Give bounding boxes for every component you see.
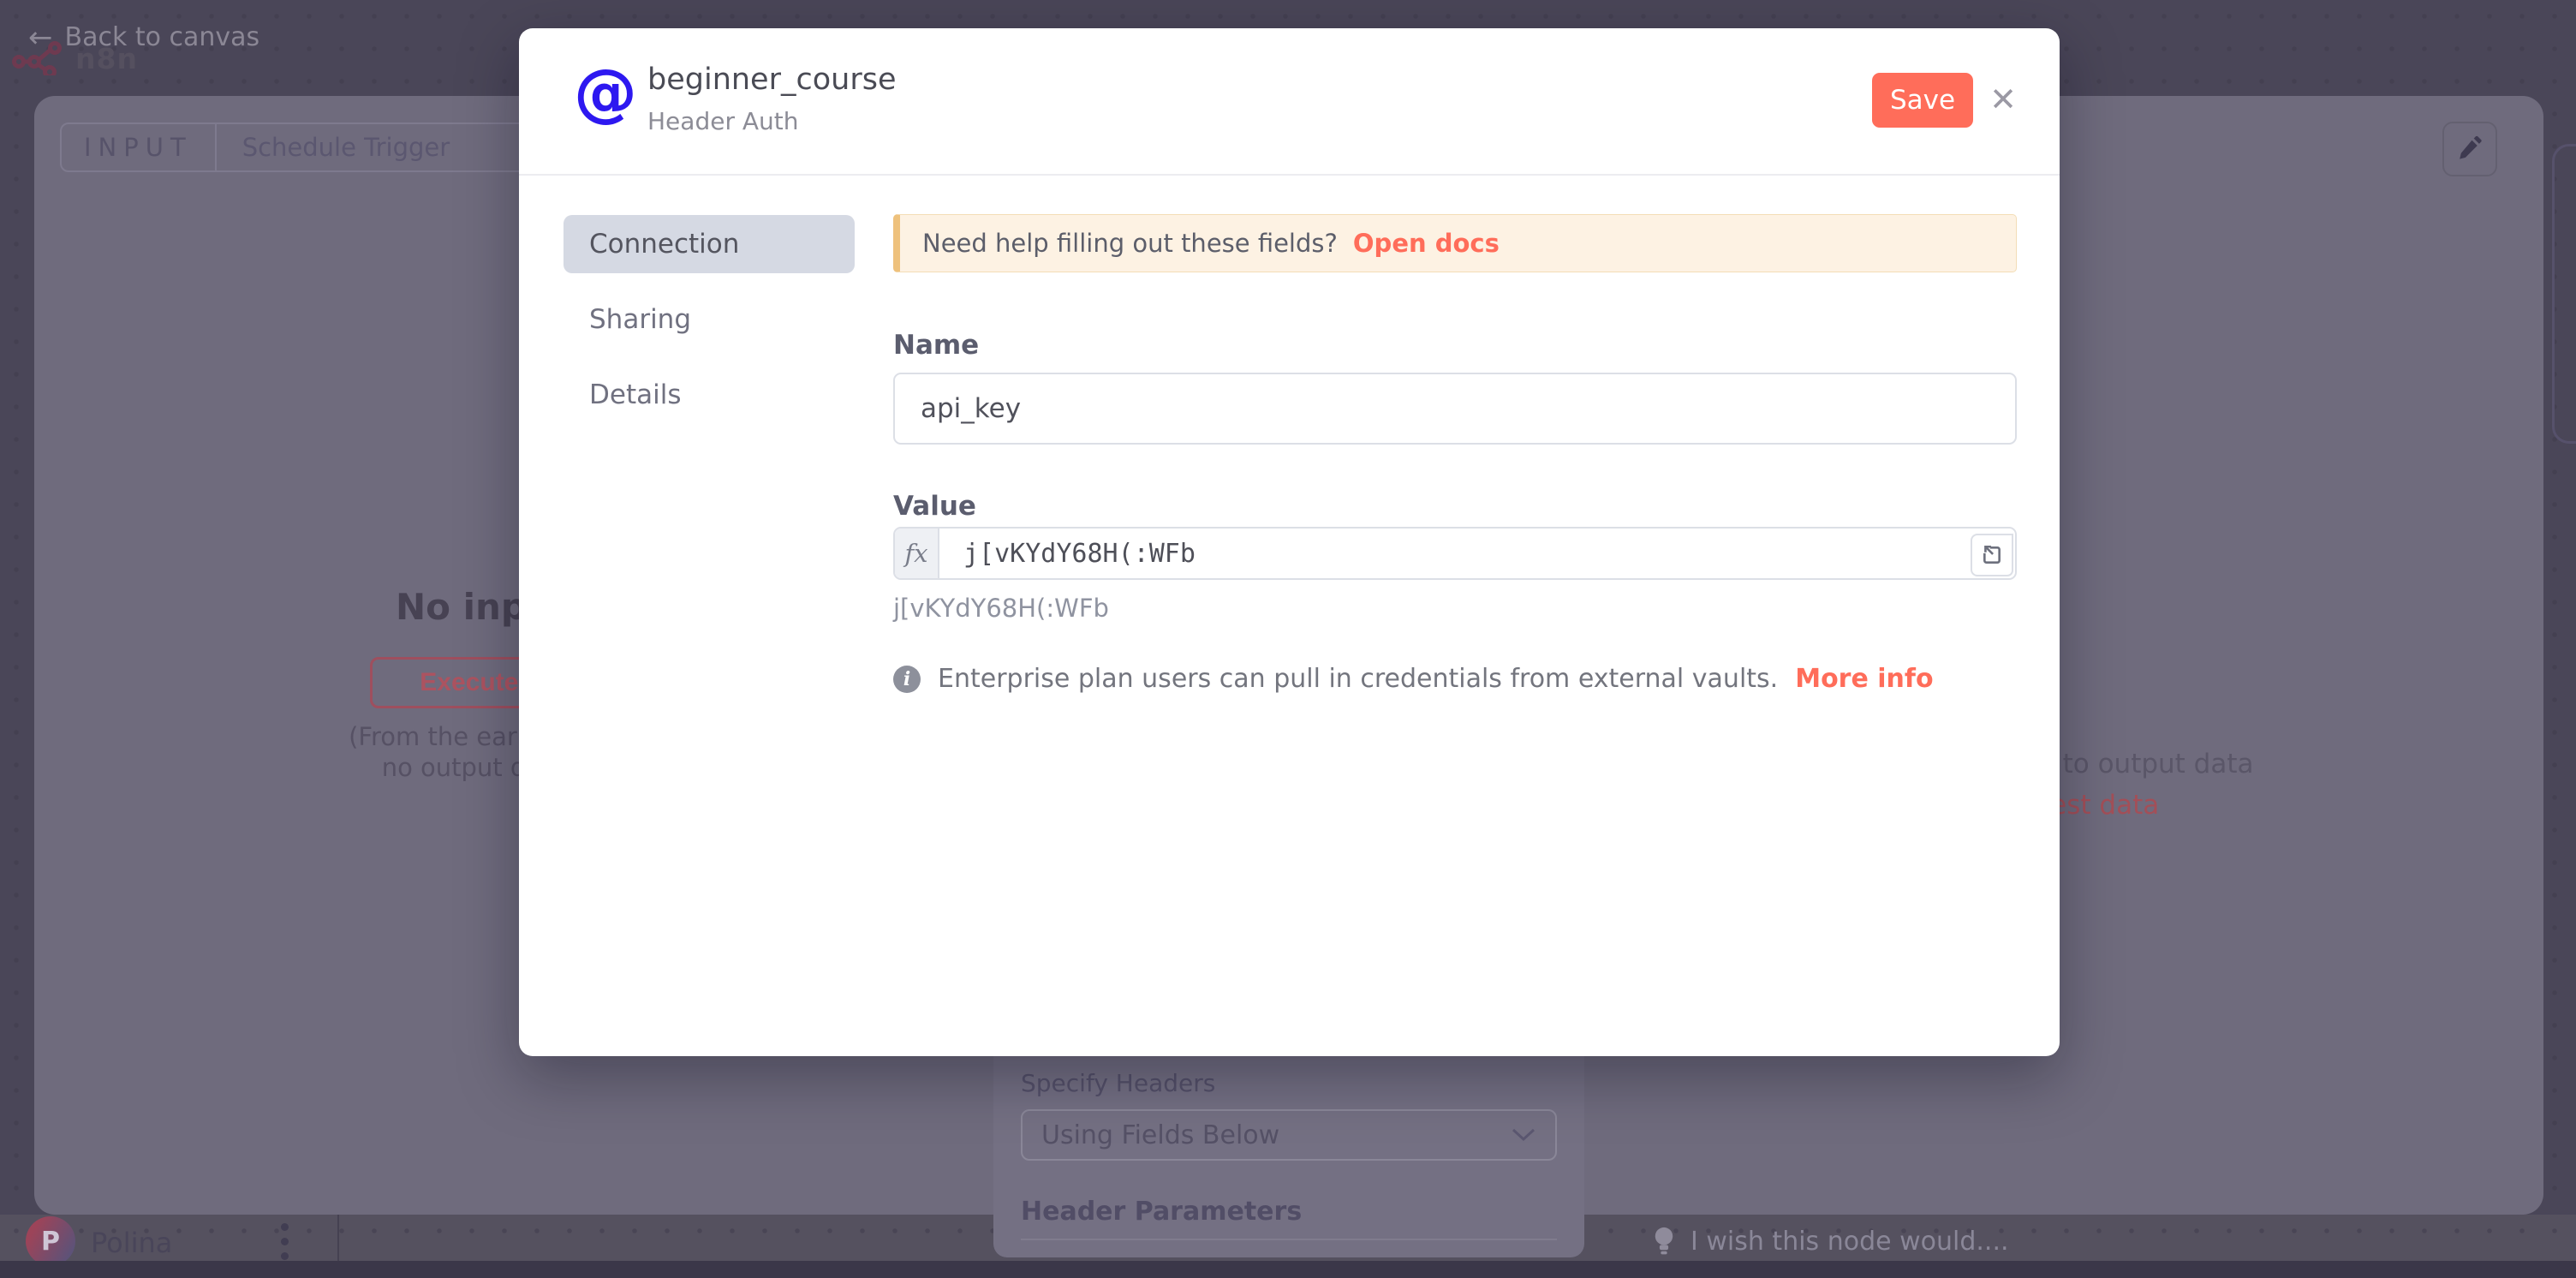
input-label: INPUT: [62, 124, 217, 170]
credential-type-icon: @: [574, 61, 637, 124]
specify-headers-value: Using Fields Below: [1041, 1120, 1279, 1150]
help-banner: Need help filling out these fields? Open…: [893, 214, 2017, 272]
user-name: Polina: [91, 1227, 172, 1259]
close-icon[interactable]: ✕: [1982, 78, 2024, 121]
credential-subtitle: Header Auth: [647, 107, 798, 135]
edit-node-name-button[interactable]: [2442, 122, 2497, 176]
expression-fx-toggle[interactable]: fx: [895, 529, 939, 578]
value-input-row: fx j[vKYdY68H(:WFb: [893, 527, 2017, 580]
tab-details[interactable]: Details: [564, 366, 855, 424]
specify-headers-label: Specify Headers: [1021, 1069, 1557, 1097]
info-icon: i: [893, 666, 921, 693]
header-parameters-label: Header Parameters: [1021, 1197, 1557, 1227]
divider: [1021, 1239, 1557, 1240]
enterprise-info-row: i Enterprise plan users can pull in cred…: [893, 664, 1934, 694]
specify-headers-select[interactable]: Using Fields Below: [1021, 1109, 1557, 1161]
app-screen: ← Back to canvas n8n INPUT Schedule Trig…: [0, 0, 2576, 1278]
credential-tabs: Connection Sharing Details: [564, 215, 855, 424]
expand-expression-button[interactable]: [1971, 534, 2013, 576]
value-hint-text: j[vKYdY68H(:WFb: [893, 594, 1109, 623]
value-input[interactable]: j[vKYdY68H(:WFb: [939, 529, 2015, 578]
open-docs-link[interactable]: Open docs: [1353, 229, 1500, 258]
n8n-logo-icon: [12, 41, 65, 75]
user-avatar[interactable]: P: [26, 1216, 75, 1266]
chevron-down-icon: [1511, 1127, 1536, 1143]
node-suggestion-input[interactable]: I wish this node would....: [1651, 1225, 2009, 1257]
name-input[interactable]: [893, 373, 2017, 445]
value-field-label: Value: [893, 491, 976, 522]
name-field-label: Name: [893, 330, 979, 361]
n8n-logo-text: n8n: [75, 42, 138, 75]
enterprise-info-text: Enterprise plan users can pull in creden…: [938, 664, 1778, 694]
tab-connection[interactable]: Connection: [564, 215, 855, 273]
pencil-icon: [2455, 134, 2484, 164]
credential-modal: @ beginner_course Header Auth Save ✕ Con…: [519, 28, 2060, 1056]
divider: [519, 174, 2060, 176]
more-info-link[interactable]: More info: [1795, 664, 1933, 694]
canvas-node-partial: [2552, 144, 2576, 444]
n8n-logo: n8n: [12, 41, 138, 75]
bottom-edge-bar: [0, 1261, 2576, 1278]
save-button[interactable]: Save: [1872, 73, 1973, 128]
node-suggestion-placeholder: I wish this node would....: [1690, 1227, 2009, 1257]
help-banner-text: Need help filling out these fields?: [922, 229, 1338, 258]
expand-arrow-icon: [1981, 544, 2003, 566]
tab-sharing[interactable]: Sharing: [564, 290, 855, 349]
credential-modal-header: @ beginner_course Header Auth Save ✕: [519, 28, 2060, 174]
lightbulb-icon: [1651, 1225, 1677, 1257]
user-menu-button[interactable]: [281, 1223, 289, 1260]
credential-title[interactable]: beginner_course: [647, 63, 896, 97]
